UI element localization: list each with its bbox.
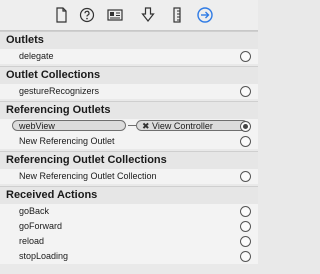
- connection-circle[interactable]: [240, 251, 251, 262]
- inspector-toolbar: [0, 0, 258, 31]
- action-label: reload: [19, 236, 45, 246]
- outlet-collection-row: gestureRecognizers: [0, 84, 258, 99]
- outlet-collections-header: Outlet Collections: [0, 66, 258, 84]
- connection-circle[interactable]: [240, 136, 251, 147]
- connection-circle[interactable]: [240, 221, 251, 232]
- size-inspector-icon[interactable]: [168, 6, 186, 24]
- action-row: stopLoading: [0, 249, 258, 264]
- connection-circle[interactable]: [240, 236, 251, 247]
- connection-circle[interactable]: [240, 51, 251, 62]
- referencing-outlet-connection: webView ✖ View Controller: [0, 119, 258, 134]
- action-row: goBack: [0, 204, 258, 219]
- disconnect-x-icon[interactable]: ✖: [142, 121, 150, 132]
- outlets-header: Outlets: [0, 31, 258, 49]
- connection-circle[interactable]: [240, 86, 251, 97]
- action-label: goForward: [19, 221, 63, 231]
- action-label: goBack: [19, 206, 50, 216]
- new-referencing-outlet-collection-label: New Referencing Outlet Collection: [19, 171, 157, 181]
- connection-target-pill[interactable]: ✖ View Controller: [136, 120, 248, 131]
- new-referencing-outlet-label: New Referencing Outlet: [19, 136, 115, 146]
- connected-circle[interactable]: [240, 121, 251, 132]
- quick-help-icon[interactable]: [78, 6, 96, 24]
- connection-target-label: View Controller: [152, 121, 213, 131]
- received-actions-header: Received Actions: [0, 186, 258, 204]
- outlet-label: delegate: [19, 51, 54, 61]
- connection-line: [128, 125, 136, 126]
- connection-circle[interactable]: [240, 171, 251, 182]
- connections-inspector-icon[interactable]: [196, 6, 214, 24]
- file-inspector-icon[interactable]: [52, 6, 70, 24]
- identity-inspector-icon[interactable]: [106, 6, 124, 24]
- action-row: goForward: [0, 219, 258, 234]
- attributes-inspector-icon[interactable]: [139, 6, 157, 24]
- outlet-row-delegate: delegate: [0, 49, 258, 64]
- connection-circle[interactable]: [240, 206, 251, 217]
- new-referencing-outlet-collection-row: New Referencing Outlet Collection: [0, 169, 258, 184]
- connection-source-pill[interactable]: webView: [12, 120, 126, 131]
- referencing-outlet-collections-header: Referencing Outlet Collections: [0, 151, 258, 169]
- action-label: stopLoading: [19, 251, 69, 261]
- outlet-collection-label: gestureRecognizers: [19, 86, 100, 96]
- new-referencing-outlet-row: New Referencing Outlet: [0, 134, 258, 149]
- referencing-outlets-header: Referencing Outlets: [0, 101, 258, 119]
- action-row: reload: [0, 234, 258, 249]
